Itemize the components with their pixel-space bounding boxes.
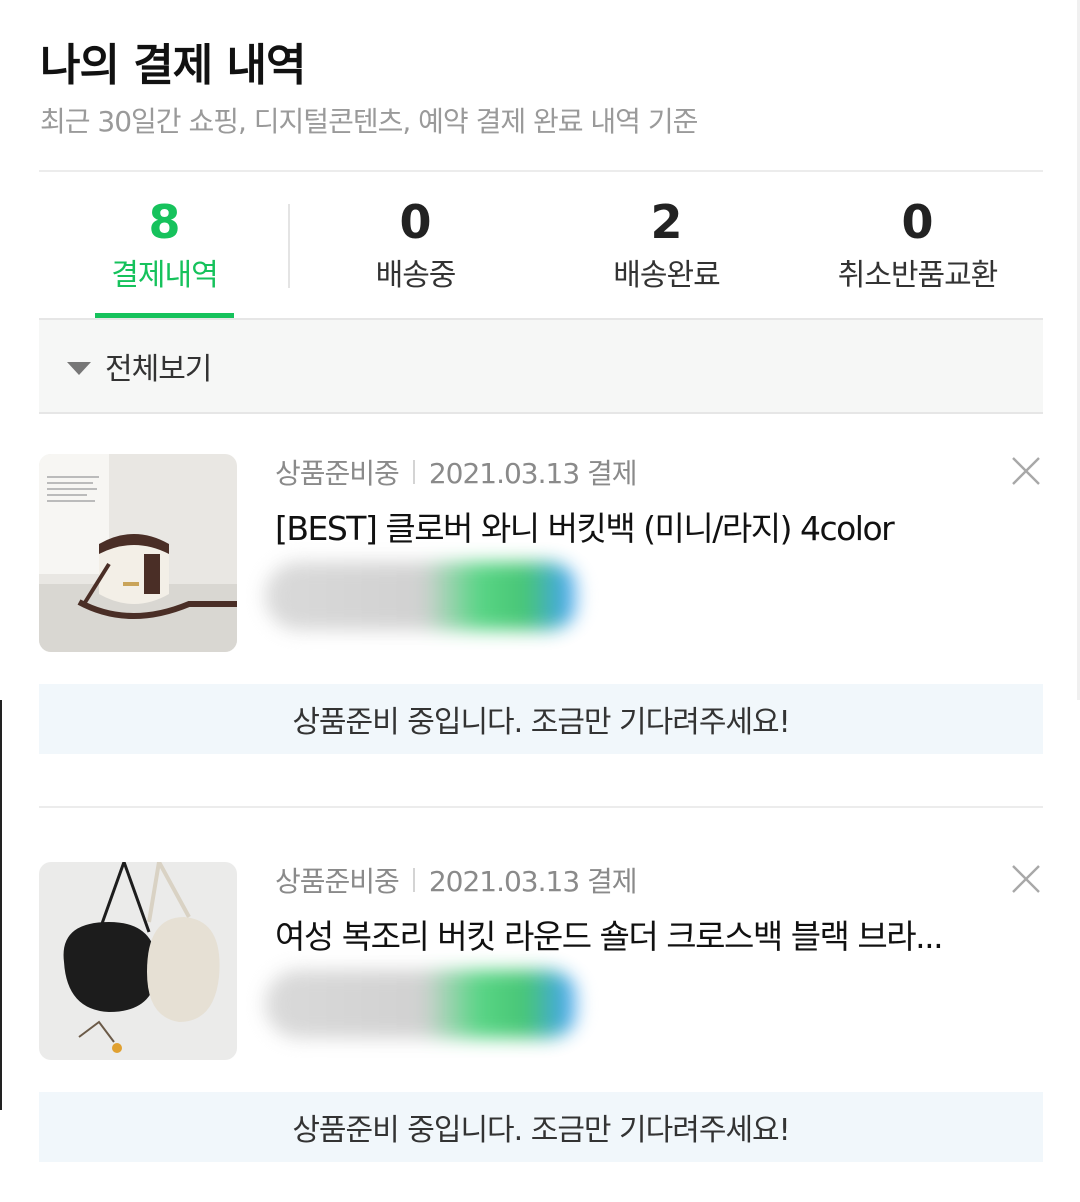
order-tabs: 8 결제내역 0 배송중 2 배송완료 0 취소반품교환 <box>39 172 1043 318</box>
page-subtitle: 최근 30일간 쇼핑, 디지털콘텐츠, 예약 결제 완료 내역 기준 <box>40 105 698 138</box>
page-title: 나의 결제 내역 <box>40 40 307 91</box>
view-all-filter[interactable]: 전체보기 <box>39 318 1043 414</box>
product-thumbnail[interactable] <box>39 454 237 652</box>
meta-separator <box>412 460 415 484</box>
page-header: 나의 결제 내역 최근 30일간 쇼핑, 디지털콘텐츠, 예약 결제 완료 내역… <box>40 36 1044 140</box>
filter-label: 전체보기 <box>105 352 212 387</box>
edge-line <box>0 700 2 1110</box>
caret-down-icon <box>67 361 91 375</box>
order-date: 2021.03.13 결제 <box>428 457 638 490</box>
order-notice: 상품준비 중입니다. 조금만 기다려주세요! <box>39 684 1043 754</box>
order-meta: 상품준비중 2021.03.13 결제 <box>275 454 638 490</box>
meta-separator <box>412 868 415 892</box>
order-notice: 상품준비 중입니다. 조금만 기다려주세요! <box>39 1092 1043 1162</box>
product-thumbnail[interactable] <box>39 862 237 1060</box>
product-name[interactable]: 여성 복조리 버킷 라운드 숄더 크로스백 블랙 브라... <box>275 914 1015 960</box>
close-icon[interactable] <box>1009 862 1043 896</box>
tab-label: 배송완료 <box>613 258 720 293</box>
blurred-option-text <box>265 970 581 1038</box>
tab-label: 취소반품교환 <box>837 258 999 293</box>
tab-cancel-return-exchange[interactable]: 0 취소반품교환 <box>792 172 1043 318</box>
order-date: 2021.03.13 결제 <box>428 865 638 898</box>
tab-shipping[interactable]: 0 배송중 <box>290 172 541 318</box>
order-item: 상품준비중 2021.03.13 결제 여성 복조리 버킷 라운드 숄더 크로스… <box>39 862 1043 1162</box>
tab-label: 결제내역 <box>111 258 218 293</box>
divider <box>39 806 1043 808</box>
tab-delivered[interactable]: 2 배송완료 <box>541 172 792 318</box>
tab-label: 배송중 <box>375 258 457 293</box>
product-name[interactable]: [BEST] 클로버 와니 버킷백 (미니/라지) 4color <box>275 506 1015 552</box>
tab-count: 0 <box>399 195 432 249</box>
close-icon[interactable] <box>1009 454 1043 488</box>
order-meta: 상품준비중 2021.03.13 결제 <box>275 862 638 898</box>
tab-count: 8 <box>148 195 181 249</box>
tab-count: 0 <box>901 195 934 249</box>
tab-payment-history[interactable]: 8 결제내역 <box>39 172 290 318</box>
order-status: 상품준비중 <box>275 865 400 898</box>
tab-count: 2 <box>650 195 683 249</box>
order-item: 상품준비중 2021.03.13 결제 [BEST] 클로버 와니 버킷백 (미… <box>39 454 1043 754</box>
order-status: 상품준비중 <box>275 457 400 490</box>
blurred-option-text <box>265 562 581 630</box>
